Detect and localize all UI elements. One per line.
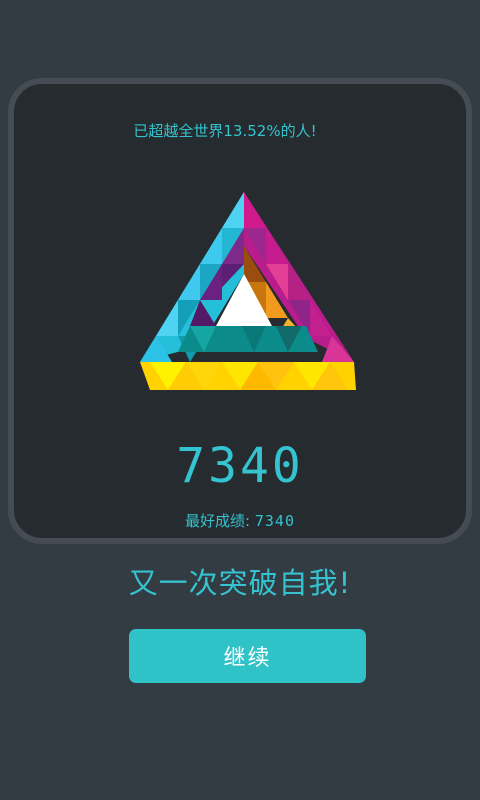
world-rank-text: 已超越全世界13.52%的人! (133, 122, 317, 140)
result-screen: 已超越全世界13.52%的人! 7340 最好成绩: 7340 又一次突破自我!… (0, 0, 480, 800)
result-headline: 又一次突破自我! (128, 566, 352, 600)
continue-button[interactable]: 继续 (129, 629, 366, 683)
current-score: 7340 (176, 438, 304, 494)
best-score-label: 最好成绩: (185, 512, 251, 530)
best-score: 最好成绩: 7340 (14, 510, 466, 531)
penrose-triangle-icon (140, 192, 356, 390)
result-card: 已超越全世界13.52%的人! 7340 最好成绩: 7340 (8, 78, 472, 544)
best-score-value: 7340 (254, 512, 295, 530)
